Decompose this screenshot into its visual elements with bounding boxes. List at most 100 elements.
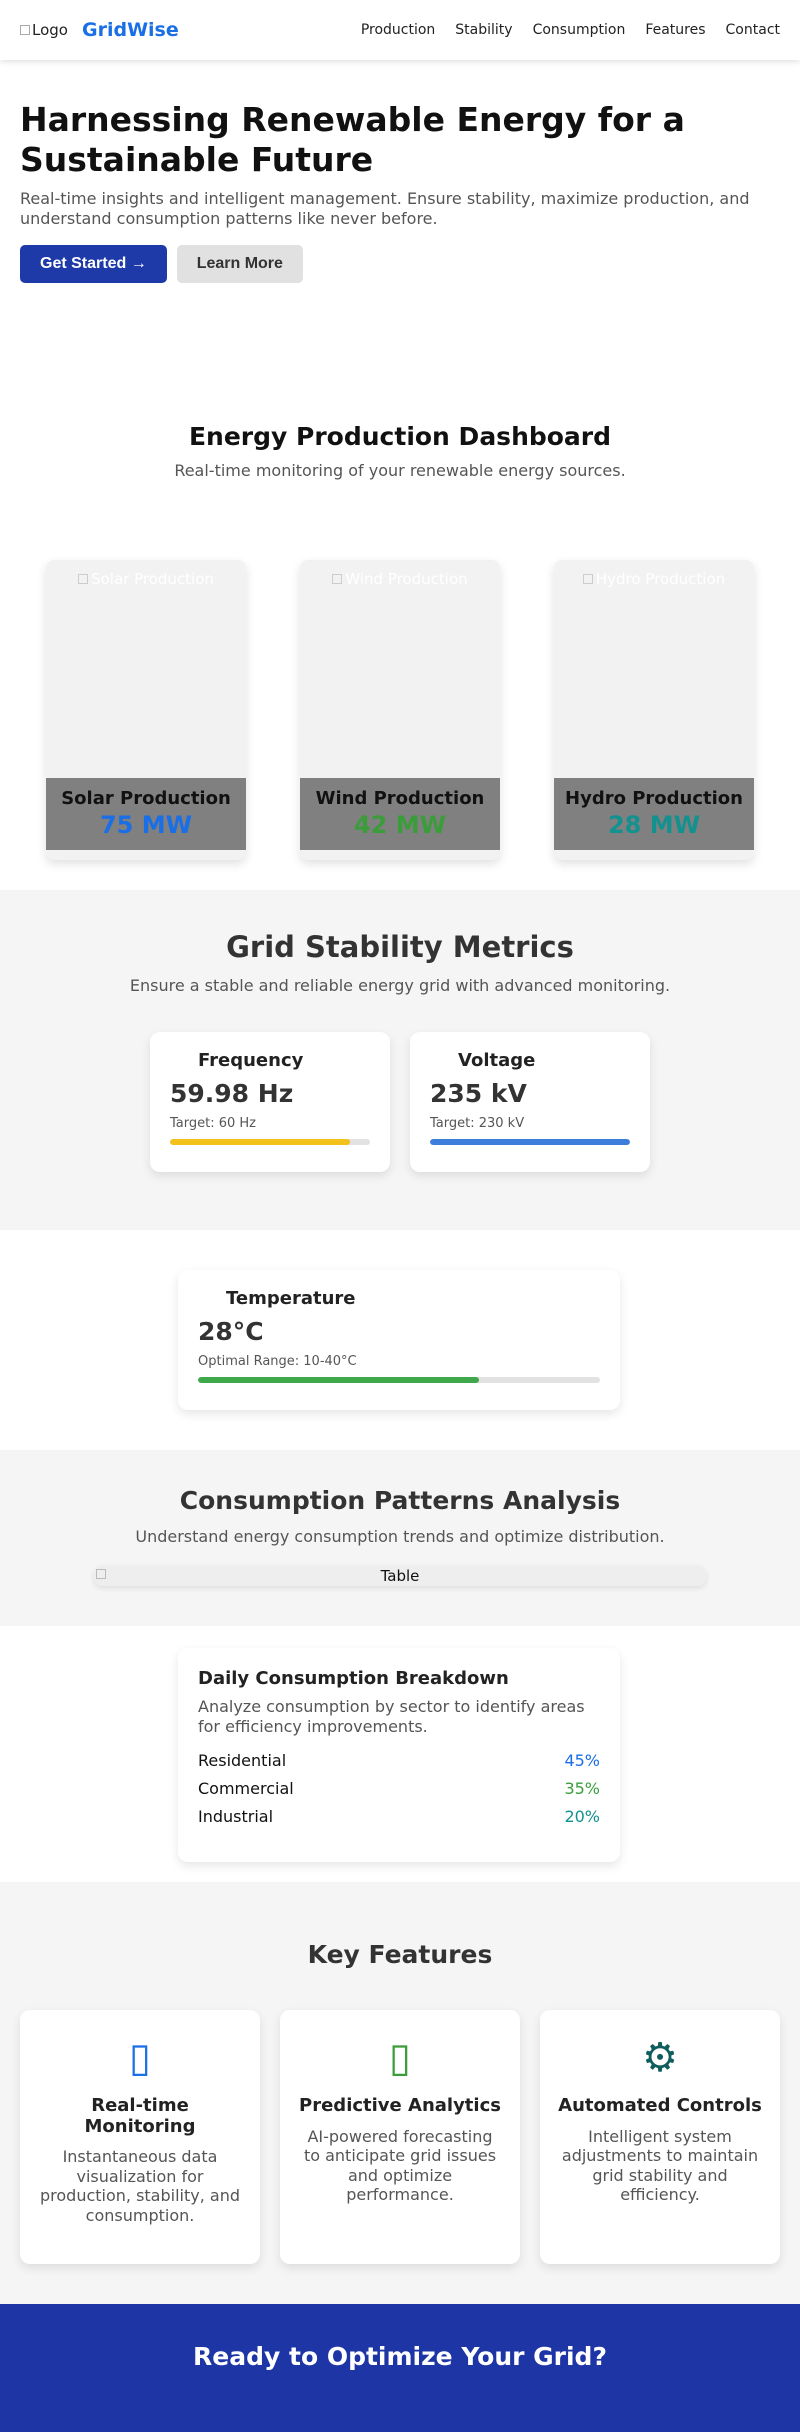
cta-section: Ready to Optimize Your Grid? xyxy=(0,2304,800,2432)
voltage-progress-bar xyxy=(430,1139,630,1145)
feature-cards: ▯ Real-time Monitoring Instantaneous dat… xyxy=(20,2010,780,2264)
hydro-production-card[interactable]: Hydro Production Hydro Production 28 MW xyxy=(554,560,754,860)
learn-more-button[interactable]: Learn More xyxy=(176,245,303,284)
temperature-section: Temperature 28°C Optimal Range: 10-40°C xyxy=(0,1230,800,1450)
wind-image-alt: Wind Production xyxy=(345,570,468,588)
feature-text-analytics: AI-powered forecasting to anticipate gri… xyxy=(303,2126,497,2205)
wind-image: Wind Production xyxy=(300,570,500,588)
solar-label: Solar Production xyxy=(61,788,231,809)
solar-overlay: Solar Production 75 MW xyxy=(46,778,246,850)
consumption-table-image: Table xyxy=(94,1566,706,1586)
frequency-progress-bar xyxy=(170,1139,370,1145)
voltage-target: Target: 230 kV xyxy=(430,1116,525,1131)
feature-title-controls: Automated Controls xyxy=(558,2095,762,2116)
nav-link-consumption[interactable]: Consumption xyxy=(533,22,626,38)
frequency-metric-card: Frequency 59.98 Hz Target: 60 Hz xyxy=(150,1032,390,1172)
nav-link-production[interactable]: Production xyxy=(361,22,435,38)
hero-section: Harnessing Renewable Energy for a Sustai… xyxy=(0,60,800,370)
residential-label: Residential xyxy=(198,1751,287,1770)
monitor-icon: ▯ xyxy=(128,2035,151,2081)
logo-image: Logo xyxy=(20,20,74,40)
feature-card-controls: ⚙ Automated Controls Intelligent system … xyxy=(540,2010,780,2264)
frequency-value: 59.98 Hz xyxy=(170,1079,294,1108)
residential-pct: 45% xyxy=(564,1751,600,1770)
hydro-label: Hydro Production xyxy=(565,788,743,809)
top-nav: Logo GridWise Production Stability Consu… xyxy=(0,0,800,60)
wind-value: 42 MW xyxy=(353,811,447,839)
breakdown-row-commercial: Commercial 35% xyxy=(198,1779,600,1798)
broken-image-icon xyxy=(20,25,30,35)
get-started-button[interactable]: Get Started → xyxy=(20,245,167,284)
gear-icon: ⚙ xyxy=(642,2035,678,2081)
metric-row: Frequency 59.98 Hz Target: 60 Hz Voltage… xyxy=(150,1032,650,1172)
wind-label: Wind Production xyxy=(315,788,485,809)
hydro-image: Hydro Production xyxy=(554,570,754,588)
solar-image-alt: Solar Production xyxy=(91,570,214,588)
dashboard-title: Energy Production Dashboard xyxy=(188,422,612,451)
consumption-section: Consumption Patterns Analysis Understand… xyxy=(0,1450,800,1626)
nav-link-features[interactable]: Features xyxy=(645,22,705,38)
frequency-target: Target: 60 Hz xyxy=(170,1116,257,1131)
dashboard-subtitle: Real-time monitoring of your renewable e… xyxy=(174,461,626,480)
temperature-progress-fill xyxy=(198,1377,480,1383)
consumption-title: Consumption Patterns Analysis xyxy=(179,1486,621,1515)
breakdown-description: Analyze consumption by sector to identif… xyxy=(198,1697,585,1736)
breakdown-title: Daily Consumption Breakdown xyxy=(198,1668,509,1689)
temperature-progress-bar xyxy=(198,1377,600,1383)
solar-value: 75 MW xyxy=(99,811,193,839)
features-title: Key Features xyxy=(307,1940,493,1969)
features-section: Key Features ▯ Real-time Monitoring Inst… xyxy=(0,1882,800,2304)
feature-text-monitoring: Instantaneous data visualization for pro… xyxy=(39,2147,240,2225)
brand[interactable]: Logo GridWise xyxy=(20,19,179,41)
nav-link-stability[interactable]: Stability xyxy=(455,22,512,38)
breakdown-section: Daily Consumption Breakdown Analyze cons… xyxy=(0,1626,800,1882)
voltage-progress-fill xyxy=(430,1139,630,1145)
feature-title-monitoring: Real-time Monitoring xyxy=(84,2095,196,2137)
breakdown-row-residential: Residential 45% xyxy=(198,1751,600,1770)
frequency-progress-fill xyxy=(170,1139,350,1145)
breakdown-row-industrial: Industrial 20% xyxy=(198,1807,600,1826)
industrial-pct: 20% xyxy=(564,1807,600,1826)
feature-card-analytics: ▯ Predictive Analytics AI-powered foreca… xyxy=(280,2010,520,2264)
grid-stability-section: Grid Stability Metrics Ensure a stable a… xyxy=(0,890,800,1230)
solar-image: Solar Production xyxy=(46,570,246,588)
feature-title-analytics: Predictive Analytics xyxy=(299,2095,501,2116)
hero-buttons: Get Started → Learn More xyxy=(20,245,780,284)
hydro-overlay: Hydro Production 28 MW xyxy=(554,778,754,850)
wind-production-card[interactable]: Wind Production Wind Production 42 MW xyxy=(300,560,500,860)
voltage-value: 235 kV xyxy=(430,1079,527,1108)
broken-image-icon xyxy=(332,574,343,584)
broken-image-icon xyxy=(78,574,89,584)
wind-overlay: Wind Production 42 MW xyxy=(300,778,500,850)
consumption-subtitle: Understand energy consumption trends and… xyxy=(135,1527,665,1546)
table-image-alt: Table xyxy=(380,1567,420,1585)
solar-production-card[interactable]: Solar Production Solar Production 75 MW xyxy=(46,560,246,860)
analytics-icon: ▯ xyxy=(388,2035,411,2081)
nav-links: Production Stability Consumption Feature… xyxy=(361,22,780,38)
voltage-title: Voltage xyxy=(458,1050,536,1071)
cta-title: Ready to Optimize Your Grid? xyxy=(193,2342,607,2371)
feature-text-controls: Intelligent system adjustments to mainta… xyxy=(561,2126,759,2205)
industrial-label: Industrial xyxy=(198,1807,274,1826)
feature-card-monitoring: ▯ Real-time Monitoring Instantaneous dat… xyxy=(20,2010,260,2264)
commercial-label: Commercial xyxy=(198,1779,294,1798)
temperature-metric-card: Temperature 28°C Optimal Range: 10-40°C xyxy=(178,1270,620,1410)
production-cards: Solar Production Solar Production 75 MW … xyxy=(46,560,754,860)
stability-title: Grid Stability Metrics xyxy=(226,930,574,964)
temperature-value: 28°C xyxy=(198,1317,264,1346)
commercial-pct: 35% xyxy=(564,1779,600,1798)
temperature-title: Temperature xyxy=(226,1288,356,1309)
broken-image-icon xyxy=(582,574,593,584)
production-dashboard: Energy Production Dashboard Real-time mo… xyxy=(0,370,800,890)
voltage-metric-card: Voltage 235 kV Target: 230 kV xyxy=(410,1032,650,1172)
daily-consumption-card: Daily Consumption Breakdown Analyze cons… xyxy=(178,1648,620,1862)
hero-subtitle: Real-time insights and intelligent manag… xyxy=(20,189,750,229)
logo-alt-text: Logo xyxy=(32,21,68,39)
brand-name[interactable]: GridWise xyxy=(82,19,179,41)
nav-link-contact[interactable]: Contact xyxy=(726,22,780,38)
broken-image-icon xyxy=(96,1569,106,1579)
frequency-title: Frequency xyxy=(198,1050,304,1071)
hydro-value: 28 MW xyxy=(607,811,701,839)
temperature-target: Optimal Range: 10-40°C xyxy=(198,1354,357,1369)
hero-title: Harnessing Renewable Energy for a Sustai… xyxy=(20,100,685,179)
